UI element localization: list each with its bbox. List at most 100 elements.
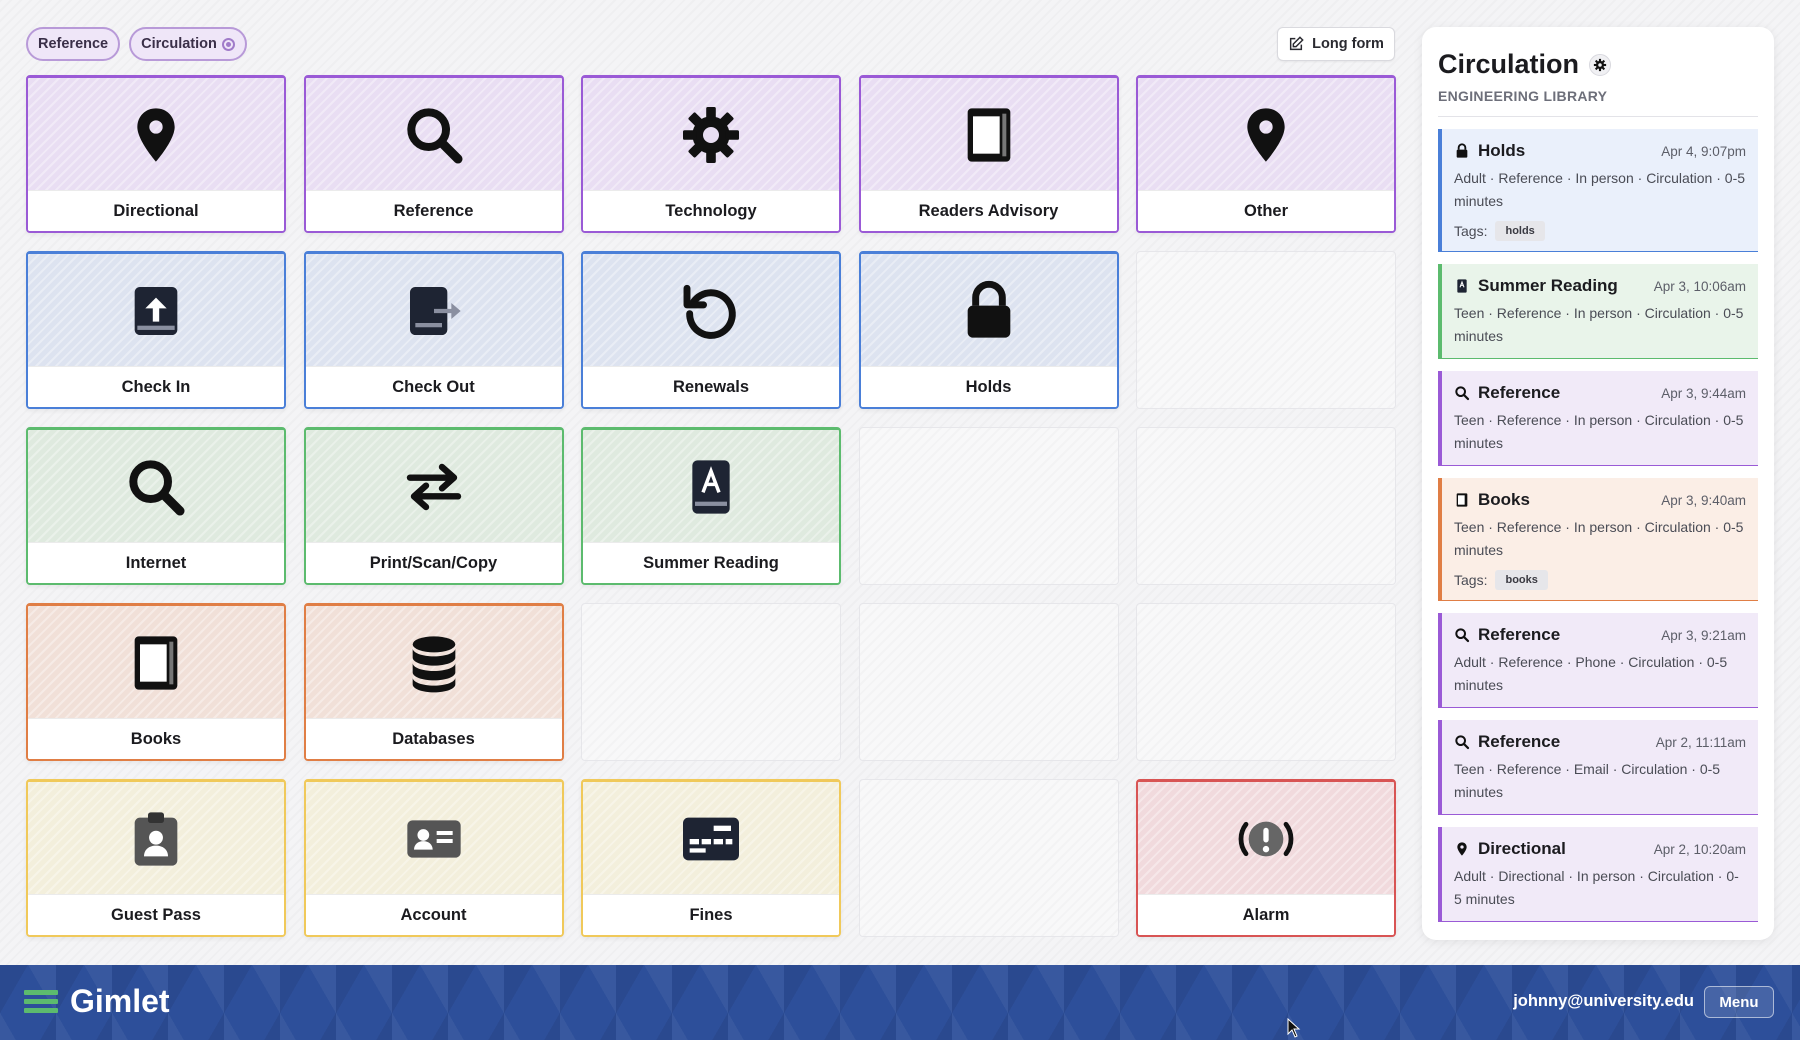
user-email: johnny@university.edu bbox=[1513, 992, 1694, 1010]
filter-chips: Reference Circulation bbox=[26, 27, 247, 61]
brand-logo[interactable]: Gimlet bbox=[24, 983, 170, 1020]
entry-time: Apr 3, 9:21am bbox=[1661, 627, 1746, 643]
tile-label: Check In bbox=[28, 366, 284, 407]
tile-label: Readers Advisory bbox=[860, 190, 1117, 231]
entry-meta: Teen · Reference · Email · Circulation ·… bbox=[1454, 761, 1721, 800]
entry-name: Directional bbox=[1478, 839, 1566, 858]
tile-alarm[interactable]: Alarm bbox=[1136, 779, 1396, 937]
entry-meta: Adult · Reference · Phone · Circulation … bbox=[1454, 654, 1728, 693]
tile-label: Holds bbox=[860, 366, 1117, 407]
entry-name: Reference bbox=[1478, 625, 1561, 644]
map-pin-icon bbox=[1247, 107, 1285, 162]
tile-reference[interactable]: Reference bbox=[303, 75, 564, 233]
tags-label: Tags: bbox=[1454, 223, 1488, 239]
database-icon bbox=[412, 635, 455, 692]
book-icon bbox=[967, 107, 1010, 162]
tile-internet[interactable]: Internet bbox=[26, 427, 286, 585]
map-pin-icon bbox=[1457, 842, 1467, 856]
entry-time: Apr 3, 10:06am bbox=[1653, 278, 1746, 294]
lock-icon bbox=[967, 280, 1010, 338]
tile-guest-pass[interactable]: Guest Pass bbox=[26, 779, 286, 937]
tile-label: Summer Reading bbox=[583, 542, 839, 583]
brand-name: Gimlet bbox=[70, 983, 170, 1019]
menu-button[interactable]: Menu bbox=[1704, 986, 1774, 1018]
tile-account[interactable]: Account bbox=[303, 779, 564, 937]
mouse-cursor-icon bbox=[1287, 1018, 1301, 1038]
tile-label: Books bbox=[28, 718, 284, 759]
tile-label: Fines bbox=[583, 894, 839, 935]
alarm-icon bbox=[1238, 821, 1294, 856]
lock-icon bbox=[1456, 143, 1468, 158]
feed-entry[interactable]: Reference Apr 2, 11:11am Teen · Referenc… bbox=[1438, 720, 1758, 815]
credit-card-icon bbox=[683, 817, 739, 860]
filter-chip-reference[interactable]: Reference bbox=[26, 27, 121, 61]
book-icon bbox=[1456, 493, 1468, 507]
feed-entry[interactable]: Reference Apr 3, 9:21am Adult · Referenc… bbox=[1438, 613, 1758, 708]
feed-entry[interactable]: Books Apr 3, 9:40am Teen · Reference · I… bbox=[1438, 478, 1758, 601]
entry-meta: Teen · Reference · In person · Circulati… bbox=[1454, 412, 1744, 451]
search-icon bbox=[406, 107, 463, 164]
swap-arrows-icon bbox=[406, 463, 461, 510]
tile-label: Databases bbox=[305, 718, 562, 759]
selected-radio-icon bbox=[221, 37, 235, 51]
tag-badge[interactable]: books bbox=[1495, 570, 1548, 590]
tile-label: Internet bbox=[28, 542, 284, 583]
tile-renewals[interactable]: Renewals bbox=[581, 251, 841, 409]
search-icon bbox=[1455, 735, 1470, 750]
tile-label: Check Out bbox=[305, 366, 562, 407]
tile-readers-advisory[interactable]: Readers Advisory bbox=[858, 75, 1119, 233]
empty-tile-slot bbox=[1136, 251, 1396, 409]
entry-meta: Adult · Reference · In person · Circulat… bbox=[1454, 170, 1746, 209]
empty-tile-slot bbox=[1136, 427, 1396, 585]
search-icon bbox=[129, 459, 185, 516]
check-out-icon bbox=[409, 286, 461, 335]
entry-time: Apr 3, 9:44am bbox=[1661, 385, 1746, 401]
recent-interactions-panel: Circulation ENGINEERING LIBRARY Holds Ap… bbox=[1422, 27, 1774, 940]
tile-check-out[interactable]: Check Out bbox=[303, 251, 564, 409]
check-in-icon bbox=[134, 286, 178, 335]
empty-tile-slot bbox=[1136, 603, 1396, 761]
feed-entry[interactable]: Summer Reading Apr 3, 10:06am Teen · Ref… bbox=[1438, 264, 1758, 359]
panel-settings-button[interactable] bbox=[1589, 53, 1612, 76]
tag-badge[interactable]: holds bbox=[1495, 221, 1545, 241]
edit-icon bbox=[1290, 36, 1304, 51]
entry-time: Apr 4, 9:07pm bbox=[1661, 143, 1746, 159]
gear-icon bbox=[1593, 58, 1607, 71]
tile-holds[interactable]: Holds bbox=[858, 251, 1119, 409]
tile-label: Guest Pass bbox=[28, 894, 284, 935]
undo-icon bbox=[683, 284, 736, 339]
long-form-label: Long form bbox=[1312, 36, 1384, 52]
empty-tile-slot bbox=[858, 779, 1119, 937]
filter-chip-circulation[interactable]: Circulation bbox=[129, 27, 247, 61]
tile-label: Account bbox=[305, 894, 562, 935]
panel-subtitle: ENGINEERING LIBRARY bbox=[1438, 88, 1758, 117]
tile-directional[interactable]: Directional bbox=[26, 75, 286, 233]
long-form-button[interactable]: Long form bbox=[1277, 27, 1395, 61]
tile-technology[interactable]: Technology bbox=[581, 75, 841, 233]
search-icon bbox=[1455, 386, 1470, 401]
entry-name: Summer Reading bbox=[1478, 276, 1618, 295]
summer-reading-book-icon bbox=[1457, 279, 1467, 293]
app-main: Reference Circulation Long form Directio… bbox=[0, 0, 1800, 965]
tile-other[interactable]: Other bbox=[1136, 75, 1396, 233]
feed-entry[interactable]: Holds Apr 4, 9:07pm Adult · Reference · … bbox=[1438, 129, 1758, 252]
tile-print-scan-copy[interactable]: Print/Scan/Copy bbox=[303, 427, 564, 585]
feed-entry[interactable]: Directional Apr 2, 10:20am Adult · Direc… bbox=[1438, 827, 1758, 922]
entry-meta: Teen · Reference · In person · Circulati… bbox=[1454, 519, 1744, 558]
summer-reading-book-icon bbox=[692, 459, 730, 514]
tile-databases[interactable]: Databases bbox=[303, 603, 564, 761]
filter-chip-label: Circulation bbox=[141, 36, 217, 52]
empty-tile-slot bbox=[581, 603, 841, 761]
tile-check-in[interactable]: Check In bbox=[26, 251, 286, 409]
tile-label: Other bbox=[1138, 190, 1394, 231]
entry-name: Books bbox=[1478, 490, 1530, 509]
tile-books[interactable]: Books bbox=[26, 603, 286, 761]
tile-summer-reading[interactable]: Summer Reading bbox=[581, 427, 841, 585]
tile-label: Technology bbox=[583, 190, 839, 231]
tile-label: Renewals bbox=[583, 366, 839, 407]
entry-time: Apr 2, 11:11am bbox=[1655, 734, 1746, 750]
interaction-feed: Holds Apr 4, 9:07pm Adult · Reference · … bbox=[1422, 117, 1774, 922]
gimlet-logo-icon bbox=[24, 989, 58, 1013]
feed-entry[interactable]: Reference Apr 3, 9:44am Teen · Reference… bbox=[1438, 371, 1758, 466]
tile-fines[interactable]: Fines bbox=[581, 779, 841, 937]
